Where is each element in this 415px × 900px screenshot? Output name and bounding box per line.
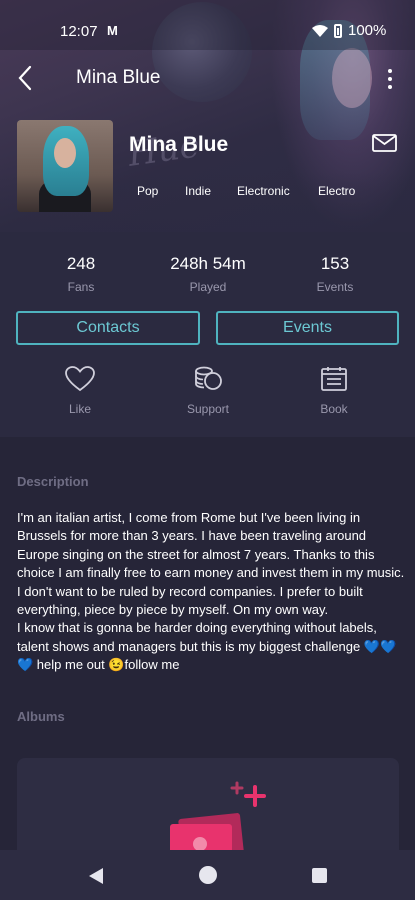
- battery-percent: 100%: [348, 22, 387, 39]
- genre-tag: Pop: [137, 184, 159, 198]
- add-album-icon[interactable]: [160, 776, 270, 856]
- genre-tag: Electronic: [237, 184, 290, 198]
- nav-recents-icon[interactable]: [312, 868, 327, 883]
- events-label: Events: [316, 280, 354, 294]
- status-bar: 12:07 M 100%: [0, 0, 415, 50]
- calendar-icon: [321, 367, 347, 391]
- heart-icon: [65, 366, 95, 392]
- more-options-button[interactable]: [384, 66, 396, 92]
- events-count: 153: [320, 254, 350, 273]
- support-button[interactable]: Support: [163, 366, 253, 416]
- page-title: Mina Blue: [76, 67, 161, 88]
- wifi-icon: [312, 24, 328, 37]
- coins-icon: [195, 366, 222, 390]
- albums-title: Albums: [17, 709, 65, 724]
- description-title: Description: [17, 474, 89, 489]
- book-label: Book: [320, 402, 348, 416]
- status-time: 12:07: [60, 23, 98, 40]
- like-label: Like: [68, 402, 91, 416]
- artist-name: Mina Blue: [129, 133, 229, 156]
- events-button[interactable]: Events: [216, 311, 399, 345]
- fans-label: Fans: [67, 280, 95, 294]
- contacts-button[interactable]: Contacts: [16, 311, 200, 345]
- nav-back-icon[interactable]: [88, 867, 104, 885]
- played-time: 248h 54m: [170, 254, 246, 273]
- like-button[interactable]: Like: [35, 366, 125, 416]
- book-button[interactable]: Book: [289, 366, 379, 416]
- notification-icon: M: [107, 23, 118, 38]
- played-label: Played: [189, 280, 227, 294]
- support-label: Support: [186, 402, 230, 416]
- fans-count: 248: [66, 254, 96, 273]
- more-icon: [388, 69, 392, 73]
- battery-icon: [334, 23, 342, 38]
- description-text: I'm an italian artist, I come from Rome …: [17, 510, 405, 673]
- genre-tag: Indie: [185, 184, 212, 198]
- nav-home-icon[interactable]: [199, 866, 217, 884]
- artist-avatar: [17, 120, 113, 212]
- mail-icon[interactable]: [372, 134, 397, 152]
- genre-tag: Electro: [318, 184, 356, 198]
- back-button[interactable]: [14, 64, 38, 92]
